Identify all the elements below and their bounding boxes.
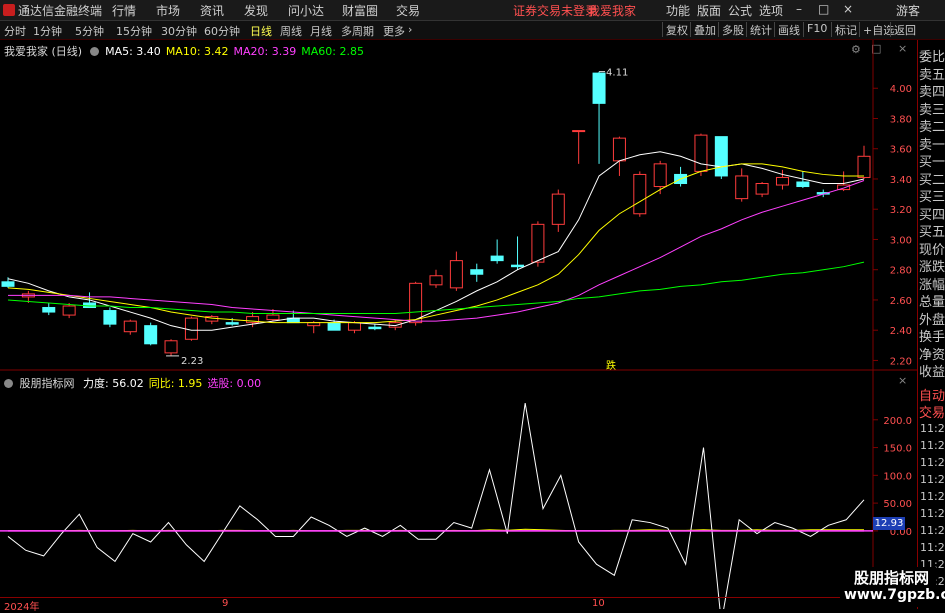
- candle-body: [511, 264, 525, 268]
- candle-body: [103, 310, 117, 325]
- y-tick-label: 4.00: [890, 84, 912, 95]
- candle-body: [490, 255, 504, 262]
- y-tick-label: 2.60: [890, 296, 912, 307]
- candle-body: [62, 305, 76, 316]
- quote-field-label[interactable]: 涨幅: [919, 274, 945, 293]
- tick-time: 11:29: [920, 473, 945, 486]
- ma-line: [8, 180, 865, 322]
- candle-body: [266, 314, 280, 321]
- x-label-year: 2024年: [4, 602, 40, 613]
- watermark-url: www.7gpzb.com: [844, 587, 945, 603]
- ind-y-tick-label: 50.00: [883, 499, 912, 510]
- high-price-label: 4.11: [606, 68, 628, 79]
- x-label-month-9: 9: [222, 598, 229, 609]
- candle-body: [368, 326, 382, 330]
- y-tick-label: 2.80: [890, 266, 912, 277]
- quote-field-label[interactable]: 总量: [919, 291, 945, 310]
- y-tick-label: 3.00: [890, 235, 912, 246]
- quote-field-label[interactable]: 委比: [919, 46, 945, 65]
- quote-field-label[interactable]: 卖二: [919, 116, 945, 135]
- candle-body: [572, 130, 586, 133]
- fall-marker: 跌: [606, 359, 616, 372]
- quote-field-label[interactable]: 买一: [919, 151, 945, 170]
- quote-field-label[interactable]: 买二: [919, 169, 945, 188]
- candle-body: [470, 269, 484, 275]
- candle-body: [144, 325, 158, 345]
- candle-body: [42, 307, 56, 313]
- y-tick-label: 3.40: [890, 175, 912, 186]
- kline-chart[interactable]: 4.00 3.80 3.60 3.40 3.20 3.00 2.80 2.60 2.40 2.20…: [0, 0, 945, 609]
- y-tick-label: 3.20: [890, 205, 912, 216]
- quote-field-label[interactable]: 买四: [919, 204, 945, 223]
- candle-body: [123, 320, 137, 333]
- y-tick-label: 3.80: [890, 114, 912, 125]
- candle-body: [755, 183, 769, 195]
- tick-time: 11:29: [920, 541, 945, 554]
- tick-time: 11:28: [920, 422, 945, 435]
- quote-field-label[interactable]: 卖一: [919, 134, 945, 153]
- indicator-current-value: 12.93: [873, 516, 905, 530]
- candle-body: [164, 340, 178, 354]
- candle-body: [633, 173, 647, 215]
- candle-body: [531, 223, 545, 263]
- candle-body: [796, 181, 810, 188]
- tick-time: 11:29: [920, 490, 945, 503]
- candle-body: [694, 134, 708, 172]
- site-watermark: 股朋指标网 www.7gpzb.com: [840, 567, 945, 607]
- quote-field-label[interactable]: 买五: [919, 221, 945, 240]
- candle-body: [1, 281, 15, 287]
- low-price-label: 2.23: [181, 356, 203, 367]
- candle-body: [347, 322, 361, 331]
- ind-y-tick-label: 100.0: [883, 471, 912, 482]
- quote-field-label[interactable]: 卖四: [919, 81, 945, 100]
- tick-time: 11:28: [920, 456, 945, 469]
- candle-body: [429, 275, 443, 286]
- quote-field-label[interactable]: 涨跌: [919, 256, 945, 275]
- quote-field-label[interactable]: 净资: [919, 344, 945, 363]
- quote-field-label[interactable]: 收益: [919, 361, 945, 380]
- watermark-name: 股朋指标网: [854, 569, 930, 587]
- quote-side-panel: 委比 卖五 卖四 卖三 卖二 卖一 买一 买二 买三 买四 买五 现价 涨跌 涨幅 总量 外盘 换手 净资 收益 自动…: [917, 40, 945, 609]
- candle-body: [592, 72, 606, 104]
- tick-time: 11:28: [920, 439, 945, 452]
- candle-body: [551, 193, 565, 225]
- candle-body: [714, 136, 728, 177]
- y-tick-label: 2.20: [890, 356, 912, 367]
- indicator-line: [7, 403, 865, 609]
- candle-body: [735, 175, 749, 200]
- quote-field-label[interactable]: 外盘: [919, 309, 945, 328]
- candle-body: [612, 137, 626, 162]
- ind-y-tick-label: 150.0: [883, 444, 912, 455]
- x-axis: 2024年 9 10: [0, 597, 916, 613]
- tick-time: 11:29: [920, 524, 945, 537]
- tick-time: 11:29: [920, 507, 945, 520]
- candle-body: [409, 282, 423, 324]
- candle-body: [327, 322, 341, 331]
- candle-body: [184, 317, 198, 340]
- candle-body: [225, 322, 239, 325]
- candle-body: [775, 176, 789, 186]
- y-tick-label: 3.60: [890, 145, 912, 156]
- ind-y-tick-label: 200.0: [883, 416, 912, 427]
- quote-field-label[interactable]: 换手: [919, 326, 945, 345]
- x-label-month-10: 10: [592, 598, 605, 609]
- quote-field-label[interactable]: 卖三: [919, 99, 945, 118]
- y-tick-label: 2.40: [890, 326, 912, 337]
- quote-field-label[interactable]: 买三: [919, 186, 945, 205]
- candle-body: [449, 260, 463, 289]
- candle-body: [857, 155, 871, 178]
- quote-field-label[interactable]: 卖五: [919, 64, 945, 83]
- auto-trade-label[interactable]: 交易: [919, 402, 945, 421]
- quote-field-label[interactable]: 现价: [919, 239, 945, 258]
- candle-body: [653, 163, 667, 188]
